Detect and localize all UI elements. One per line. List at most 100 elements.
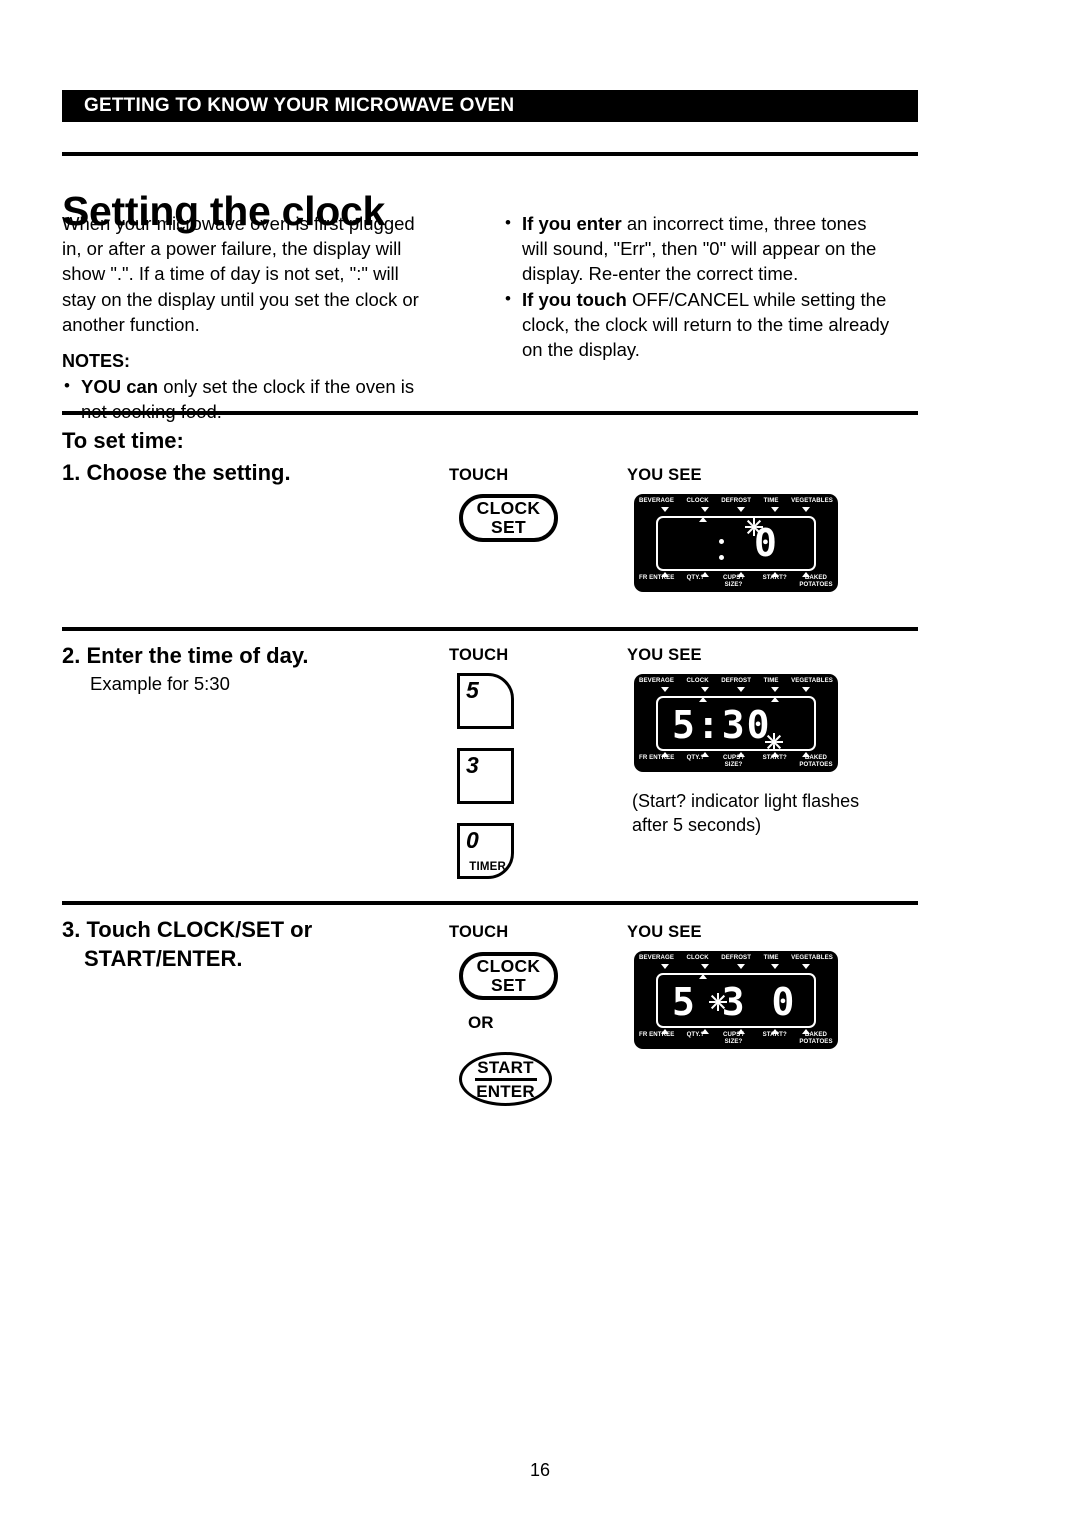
- display-bottom-labels: FR ENTREE QTY.? CUPS / SIZE? START? BAKE…: [634, 575, 838, 589]
- oven-display-panel-step1: BEVERAGE CLOCK DEFROST TIME VEGETABLES 0: [634, 494, 838, 592]
- display-label-start: START?: [762, 574, 787, 582]
- display-label-time: TIME: [763, 677, 779, 684]
- inner-marker-up-icon: [771, 697, 779, 702]
- step3-heading-line2: START/ENTER.: [84, 946, 243, 971]
- step1-heading: 1. Choose the setting.: [62, 460, 291, 485]
- display-readout: 5:30: [672, 703, 772, 747]
- touch-column-header: TOUCH: [449, 923, 509, 941]
- page-number: 16: [529, 1460, 551, 1480]
- clock-set-button-line2: SET: [491, 517, 526, 537]
- display-bottom-labels: FR ENTREE QTY.? CUPS / SIZE? START? BAKE…: [634, 1032, 838, 1046]
- display-bezel: 0: [656, 516, 816, 571]
- step3-divider-rule: [62, 901, 918, 905]
- marker-down-icon: [802, 687, 810, 692]
- display-label-cups-size: CUPS / SIZE?: [723, 574, 744, 589]
- colon-dot-upper: [719, 539, 724, 544]
- inner-marker-up-icon: [699, 517, 707, 522]
- marker-down-icon: [802, 507, 810, 512]
- flash-starburst-icon: [764, 732, 784, 752]
- keypad-key-0-digit: 0: [466, 827, 479, 853]
- clock-set-button-line1: CLOCK: [476, 956, 541, 976]
- step1-divider-rule: [62, 411, 918, 415]
- start-enter-button[interactable]: START ENTER: [459, 1052, 552, 1106]
- notes-heading: NOTES:: [62, 351, 131, 372]
- display-top-labels: BEVERAGE CLOCK DEFROST TIME VEGETABLES: [634, 497, 838, 505]
- inner-marker-up-icon: [699, 974, 707, 979]
- display-label-baked-potatoes: BAKED POTATOES: [799, 1031, 833, 1046]
- marker-down-icon: [771, 964, 779, 969]
- display-label-baked-potatoes: BAKED POTATOES: [799, 574, 833, 589]
- marker-down-icon: [737, 964, 745, 969]
- you-see-column-header: YOU SEE: [627, 646, 702, 664]
- marker-down-icon: [701, 964, 709, 969]
- list-item: YOU can only set the clock if the oven i…: [62, 373, 434, 424]
- you-see-column-header: YOU SEE: [627, 923, 702, 941]
- marker-down-icon: [661, 687, 669, 692]
- display-bezel: 5 3 0: [656, 973, 816, 1028]
- colon-dot-lower: [719, 555, 724, 560]
- display-label-defrost: DEFROST: [721, 497, 752, 504]
- marker-down-icon: [771, 687, 779, 692]
- display-bezel: 5:30: [656, 696, 816, 751]
- intro-left-column: When your microwave oven is first plugge…: [62, 211, 434, 425]
- oven-display-panel-step2: BEVERAGE CLOCK DEFROST TIME VEGETABLES 5…: [634, 674, 838, 772]
- marker-down-icon: [737, 687, 745, 692]
- clock-set-button[interactable]: CLOCK SET: [459, 952, 558, 1000]
- display-top-markers: [634, 507, 838, 514]
- display-label-clock: CLOCK: [686, 677, 709, 684]
- display-label-fr-entree: FR ENTREE: [639, 1031, 675, 1039]
- display-label-cups-size: CUPS / SIZE?: [723, 754, 744, 769]
- display-label-start: START?: [762, 1031, 787, 1039]
- keypad-key-3-digit: 3: [466, 752, 479, 778]
- keypad-key-3[interactable]: 3: [457, 748, 514, 804]
- step2-subtext: Example for 5:30: [90, 673, 230, 694]
- warnings-list: If you enter an incorrect time, three to…: [503, 210, 893, 363]
- display-label-time: TIME: [763, 954, 779, 961]
- keypad-key-0-timer[interactable]: 0 TIMER: [457, 823, 514, 879]
- display-top-labels: BEVERAGE CLOCK DEFROST TIME VEGETABLES: [634, 954, 838, 962]
- display-label-beverage: BEVERAGE: [639, 954, 674, 961]
- flash-starburst-icon: [744, 517, 764, 537]
- clock-set-button[interactable]: CLOCK SET: [459, 494, 558, 542]
- intro-right-column: If you enter an incorrect time, three to…: [503, 210, 893, 363]
- marker-down-icon: [701, 507, 709, 512]
- display-label-beverage: BEVERAGE: [639, 677, 674, 684]
- display-label-defrost: DEFROST: [721, 677, 752, 684]
- step3-heading-line1: 3. Touch CLOCK/SET or: [62, 917, 313, 942]
- display-label-fr-entree: FR ENTREE: [639, 754, 675, 762]
- display-label-fr-entree: FR ENTREE: [639, 574, 675, 582]
- oven-display-panel-step3: BEVERAGE CLOCK DEFROST TIME VEGETABLES 5…: [634, 951, 838, 1049]
- display-label-qty: QTY.?: [686, 574, 705, 582]
- start-enter-divider: [474, 1077, 537, 1081]
- display-readout: 5 3 0: [672, 980, 797, 1024]
- inner-marker-up-icon: [699, 697, 707, 702]
- step2-caption: (Start? indicator light flashes after 5 …: [632, 791, 860, 835]
- step2-divider-rule: [62, 627, 918, 631]
- keypad-key-5[interactable]: 5: [457, 673, 514, 729]
- flash-starburst-icon: [708, 992, 728, 1012]
- step2-heading: 2. Enter the time of day.: [62, 643, 309, 668]
- display-label-vegetables: VEGETABLES: [791, 677, 833, 684]
- or-label: OR: [468, 1013, 494, 1032]
- display-top-markers: [634, 687, 838, 694]
- display-label-start: START?: [762, 754, 787, 762]
- keypad-key-5-digit: 5: [466, 677, 479, 703]
- marker-down-icon: [802, 964, 810, 969]
- display-label-vegetables: VEGETABLES: [791, 954, 833, 961]
- display-label-qty: QTY.?: [686, 754, 705, 762]
- clock-set-button-line2: SET: [491, 975, 526, 995]
- touch-column-header: TOUCH: [449, 646, 509, 664]
- note-bold-lead: YOU can: [81, 376, 159, 398]
- step3-heading: 3. Touch CLOCK/SET or START/ENTER.: [62, 915, 402, 973]
- document-page: GETTING TO KNOW YOUR MICROWAVE OVEN Sett…: [0, 0, 1080, 1527]
- list-item: If you touch OFF/CANCEL while setting th…: [503, 286, 893, 363]
- marker-down-icon: [737, 507, 745, 512]
- display-top-labels: BEVERAGE CLOCK DEFROST TIME VEGETABLES: [634, 677, 838, 685]
- display-label-clock: CLOCK: [686, 954, 709, 961]
- start-enter-button-line2: ENTER: [476, 1081, 535, 1101]
- title-divider-rule: [62, 152, 918, 156]
- display-label-qty: QTY.?: [686, 1031, 705, 1039]
- display-label-time: TIME: [763, 497, 779, 504]
- list-item: If you enter an incorrect time, three to…: [503, 210, 893, 287]
- notes-list: YOU can only set the clock if the oven i…: [62, 373, 434, 424]
